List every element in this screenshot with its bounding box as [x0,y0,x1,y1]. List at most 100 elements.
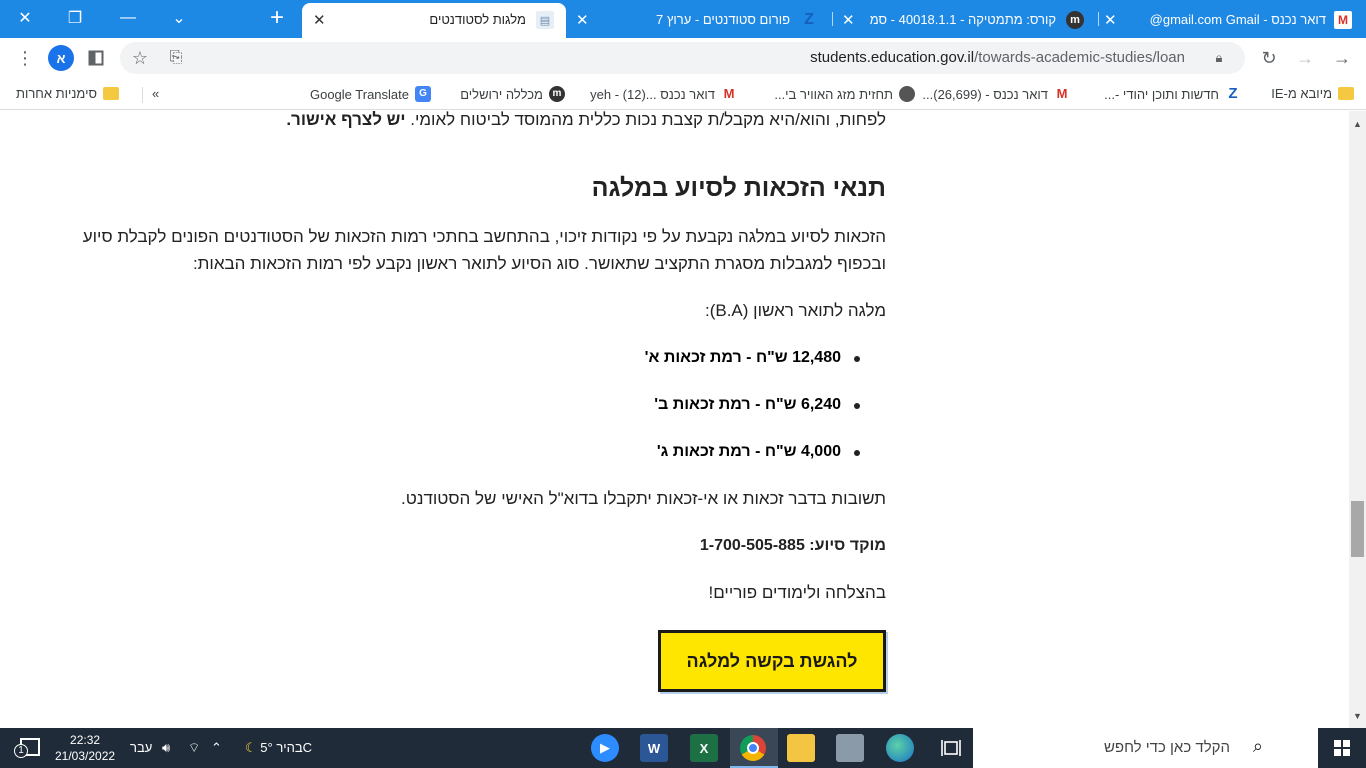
bookmark-label: דואר נכנס - (26,699)... [922,86,1048,102]
weather-widget[interactable]: ☾ בהיר 5°C [245,740,312,756]
edge-icon[interactable] [886,734,914,762]
other-bookmarks[interactable]: סימניות אחרות [16,86,120,101]
globe-icon [899,86,915,102]
page-heading: תנאי הזכאות לסיוע במלגה [591,174,886,202]
volume-icon[interactable]: 🔊︎ [162,740,170,756]
bookmark-gmail-2[interactable]: M דואר נכנס ...yeh - (12) [590,86,737,102]
page-icon: ▤ [536,11,554,29]
forward-icon[interactable]: → [1293,46,1317,70]
chevron-down-icon: ⌄ [172,10,186,27]
chevron-up-icon[interactable]: ⌃ [211,740,222,756]
language-indicator[interactable]: עבר [130,740,152,755]
intro-paragraph: הזכאות לסיוע במלגה נקבעת על פי נקודות זי… [56,223,886,277]
share-icon[interactable]: ⎘ [164,46,188,70]
scrollbar-thumb[interactable] [1351,501,1364,557]
list-item: 6,240 ש"ח - רמת זכאות ב' [186,395,886,442]
scroll-down-icon[interactable]: ▼ [1353,711,1362,721]
clock-date: 21/03/2022 [55,749,116,763]
close-window-button[interactable]: ✕ [0,0,50,36]
bookmark-label: Google Translate [309,86,409,102]
lock-icon[interactable]: 🔒︎ [1207,46,1231,70]
minimize-icon: — [120,9,136,26]
list-item: 4,000 ש"ח - רמת זכאות ג' [186,442,886,489]
notification-count: 1 [14,744,28,758]
excel-icon[interactable]: X [690,734,718,762]
bookmark-weather[interactable]: תחזית מזג האוויר בי... [774,86,915,102]
bookmark-label: מיובא מ-IE [1271,86,1332,101]
close-tab-icon[interactable]: ✕ [842,11,855,29]
bookmark-news[interactable]: Z חדשות ותוכן יהודי -... [1104,86,1241,102]
bookmark-ie-folder[interactable]: מיובא מ-IE [1271,86,1354,101]
control-panel-icon[interactable] [836,734,864,762]
reload-icon[interactable]: ↻ [1257,46,1281,70]
good-luck-text: בהצלחה ולימודים פוריים! [708,583,886,602]
tab-math-course[interactable]: ✕ קורס: מתמטיקה - 40018.1.1 - סמ m [832,3,1096,38]
url-host: students.education.gov.il [810,49,975,66]
close-tab-icon[interactable]: ✕ [313,11,326,29]
notification-icon[interactable]: 1 [14,738,40,758]
bookmark-label: תחזית מזג האוויר בי... [774,86,893,102]
profile-avatar[interactable]: א [48,45,74,71]
taskbar-search[interactable]: ⌕ הקלד כאן כדי לחפש [973,728,1318,768]
restore-icon: ❐ [67,10,83,27]
tab-arutz7-forum[interactable]: ✕ פורום סטודנטים - ערוץ 7 Z [566,3,830,38]
bookmark-label: סימניות אחרות [16,86,98,101]
close-tab-icon[interactable]: ✕ [576,11,589,29]
ba-label: מלגה לתואר ראשון (B.A): [704,301,886,320]
translate-icon: G [415,86,431,102]
page-scrollbar[interactable]: ▲ ▼ [1349,111,1366,728]
plus-icon: + [269,4,284,31]
tab-title: מלגות לסטודנטים [429,12,526,27]
new-tab-button[interactable]: + [252,0,302,36]
bookmark-label: דואר נכנס ...yeh - (12) [590,86,715,102]
bookmark-label: מכללה ירושלים [460,86,543,102]
network-icon[interactable]: ⌔ [188,740,200,756]
start-button[interactable] [1318,728,1366,768]
chevron-more-icon: » [152,86,160,101]
url-path: /towards-academic-studies/loan [974,49,1185,66]
tab-gmail[interactable]: ✕ דואר נכנס - Gmail ‏gmail.com@ M [1098,3,1366,38]
bookmark-google-translate[interactable]: G Google Translate [310,86,431,102]
tab-scholarships[interactable]: ✕ מלגות לסטודנטים ▤ [302,3,566,38]
page-content: לפחות, והוא/היא מקבל/ת קצבת נכות כללית מ… [0,111,1349,728]
support-line: מוקד סיוע: 1-700-505-885 [699,537,886,554]
restore-window-button[interactable]: ❐ [50,0,100,36]
clock-time: 22:32 [70,733,101,747]
chrome-taskbar-button[interactable] [730,728,778,768]
side-panel-icon[interactable] [84,46,108,70]
intro-line: הזכאות לסיוע במלגה נקבעת על פי נקודות זי… [82,227,886,246]
url-text: students.education.gov.il/towards-academ… [810,49,1185,66]
tab-search-button[interactable]: ⌄ [154,0,204,36]
top-fragment-bold: יש לצרף אישור. [286,111,406,129]
browser-toolbar: ⋮ א ☆ ⎘ students.education.gov.il/toward… [0,38,1366,78]
bookmarks-bar: מיובא מ-IE Z חדשות ותוכן יהודי -... M דואר… [0,78,1366,110]
answers-note: תשובות בדבר זכאות או אי-זכאות יתקבלו בדו… [401,489,886,508]
menu-kebab-icon[interactable]: ⋮ [13,46,37,70]
arutz7-icon: Z [1228,85,1238,102]
bookmark-gmail-1[interactable]: M דואר נכנס - (26,699)... [922,86,1070,102]
close-tab-icon[interactable]: ✕ [1104,11,1117,29]
intro-line: ובכפוף למגבלות מסגרת התקציב שתאושר. סוג … [192,254,886,273]
windows-logo-icon [1334,740,1350,756]
tab-title: קורס: מתמטיקה - 40018.1.1 - סמ [869,12,1056,27]
bookmark-star-icon[interactable]: ☆ [128,46,152,70]
address-bar[interactable]: ☆ ⎘ students.education.gov.il/towards-ac… [120,42,1245,74]
apply-scholarship-button[interactable]: להגשת בקשה למלגה [658,630,886,692]
back-icon[interactable]: → [1330,46,1354,70]
list-item: 12,480 ש"ח - רמת זכאות א' [186,348,886,395]
clock[interactable]: 22:32 21/03/2022 [55,732,115,764]
moodle-icon: m [549,86,565,102]
bookmarks-overflow[interactable]: » [152,86,159,101]
task-view-icon[interactable] [937,734,965,762]
minimize-window-button[interactable]: — [103,0,153,36]
gmail-icon: M [723,86,735,101]
bookmark-college[interactable]: m מכללה ירושלים [460,86,565,102]
word-icon[interactable]: W [640,734,668,762]
gmail-icon: M [1334,11,1352,29]
scroll-up-icon[interactable]: ▲ [1353,119,1362,129]
file-explorer-icon[interactable] [787,734,815,762]
gmail-icon: M [1056,86,1068,101]
zoom-icon[interactable]: ▶ [591,734,619,762]
close-icon: ✕ [18,10,32,27]
moodle-icon: m [1066,11,1084,29]
